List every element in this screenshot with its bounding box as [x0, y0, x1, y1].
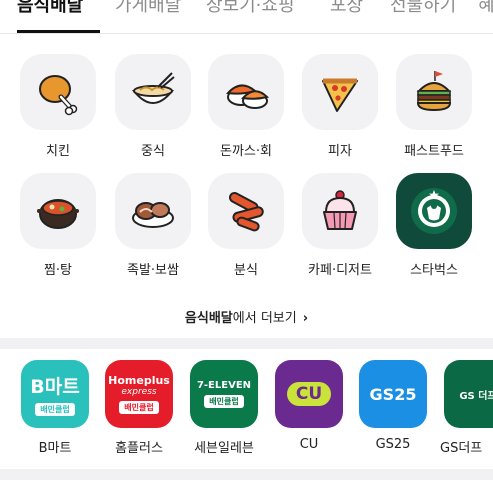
seven-eleven-logo: 7-ELEVEN 배민클럽	[190, 360, 258, 428]
category-snack-food[interactable]: 분식	[199, 173, 293, 278]
category-label: 찜·탕	[43, 263, 73, 278]
mart-label: CU	[299, 437, 319, 452]
mart-label: 홈플러스	[115, 441, 163, 456]
mart-label: GS25	[375, 437, 411, 452]
category-chinese[interactable]: 중식	[106, 54, 200, 159]
mart-gs-the-fresh[interactable]: GS 더프 GS더프	[436, 360, 493, 456]
category-stew[interactable]: 찜·탕	[11, 173, 105, 278]
baemin-club-badge: 배민클럽	[35, 403, 75, 416]
category-starbucks[interactable]: 스타벅스	[387, 173, 481, 278]
b-mart-logo: B마트 배민클럽	[21, 360, 89, 428]
active-tab-indicator	[17, 30, 100, 33]
baemin-club-badge: 배민클럽	[119, 401, 159, 414]
stew-pot-icon	[37, 199, 79, 229]
pork-hock-icon	[132, 202, 174, 228]
gs25-logo: GS25	[359, 360, 427, 428]
noodle-bowl-icon	[131, 72, 175, 104]
mart-cu[interactable]: CU CU	[269, 360, 349, 452]
category-label: 분식	[234, 263, 258, 278]
tab-shopping[interactable]: 장보기·쇼핑	[206, 0, 295, 17]
tab-store-delivery[interactable]: 가게배달	[115, 0, 181, 17]
tab-gift[interactable]: 선물하기	[390, 0, 456, 17]
tab-benefit[interactable]: 혜	[478, 0, 493, 17]
see-more-text: 에서 더보기	[232, 311, 297, 326]
category-label: 카페·디저트	[308, 263, 372, 278]
category-chicken[interactable]: 치킨	[11, 54, 105, 159]
gs-the-fresh-logo: GS 더프	[444, 360, 493, 428]
cu-logo: CU	[275, 360, 343, 428]
mart-gs25[interactable]: GS25 GS25	[353, 360, 433, 452]
category-tab-bar: 음식배달 가게배달 장보기·쇼핑 포장 선물하기 혜	[0, 0, 493, 34]
mart-seven-eleven[interactable]: 7-ELEVEN 배민클럽 세븐일레븐	[184, 360, 264, 456]
tab-food-delivery[interactable]: 음식배달	[17, 0, 83, 17]
category-cafe-dessert[interactable]: 카페·디저트	[293, 173, 387, 278]
fried-chicken-icon	[39, 75, 78, 116]
mart-label: GS더프	[440, 441, 483, 456]
category-label: 족발·보쌈	[127, 263, 179, 278]
see-more-link[interactable]: 음식배달에서 더보기 ›	[0, 307, 493, 326]
mart-homeplus[interactable]: Homeplus express 배민클럽 홈플러스	[99, 360, 179, 456]
category-pizza[interactable]: 피자	[293, 54, 387, 159]
sushi-icon	[225, 84, 269, 109]
category-pork-hock[interactable]: 족발·보쌈	[106, 173, 200, 278]
mart-b-mart[interactable]: B마트 배민클럽 B마트	[15, 360, 95, 456]
category-label: 중식	[141, 144, 165, 159]
category-label: 피자	[328, 144, 352, 159]
chevron-right-icon: ›	[302, 311, 309, 326]
pizza-icon	[322, 78, 358, 112]
cupcake-icon	[323, 190, 357, 230]
category-label: 돈까스·회	[220, 144, 272, 159]
section-divider	[0, 469, 493, 480]
burger-icon	[416, 71, 452, 112]
category-label: 패스트푸드	[404, 144, 464, 159]
starbucks-logo-icon	[411, 188, 457, 234]
mart-label: B마트	[38, 441, 72, 456]
section-divider	[0, 338, 493, 349]
homeplus-logo: Homeplus express 배민클럽	[105, 360, 173, 428]
category-label: 스타벅스	[410, 263, 458, 278]
see-more-service-name: 음식배달	[184, 311, 233, 326]
baemin-club-badge: 배민클럽	[204, 395, 244, 408]
category-label: 치킨	[46, 144, 70, 159]
tteokbokki-icon	[228, 192, 264, 232]
mart-label: 세븐일레븐	[194, 441, 254, 456]
category-pork-cutlet-sashimi[interactable]: 돈까스·회	[199, 54, 293, 159]
tab-takeout[interactable]: 포장	[330, 0, 363, 17]
category-fast-food[interactable]: 패스트푸드	[387, 54, 481, 159]
